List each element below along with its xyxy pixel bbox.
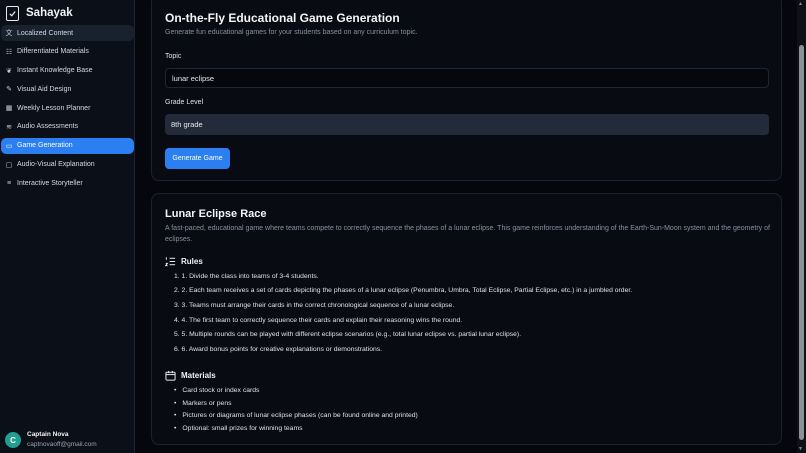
calendar-icon: ▦	[5, 105, 13, 113]
sidebar-item-label: Audio Assessments	[17, 123, 79, 131]
book-icon: ≡	[6, 179, 12, 187]
sidebar-item-audio-visual[interactable]: ▢ Audio-Visual Explanation	[1, 157, 134, 173]
list-item: Pictures or diagrams of lunar eclipse ph…	[174, 411, 417, 424]
list-item: 3. 3. Teams must arrange their cards in …	[174, 301, 455, 309]
sidebar-item-game-generation[interactable]: ▭ Game Generation	[1, 137, 134, 154]
list-item: Card stock or index cards	[174, 386, 418, 399]
topic-label: Topic	[165, 53, 182, 60]
scrollbar[interactable]: ▲ ▼	[797, 0, 806, 453]
user-email: captnovaoff@gmail.com	[27, 441, 97, 448]
topic-input[interactable]	[165, 68, 769, 88]
scroll-thumb[interactable]	[799, 45, 804, 440]
brain-icon: ❦	[6, 67, 12, 75]
palette-icon: ✎	[6, 86, 12, 94]
package-icon	[165, 370, 176, 381]
sidebar-item-label: Audio-Visual Explanation	[17, 161, 95, 169]
sidebar-item-audio-assessments[interactable]: ≋ Audio Assessments	[1, 119, 134, 135]
rules-list: 1. 1. Divide the class into teams of 3-4…	[174, 272, 632, 360]
sidebar-item-label: Weekly Lesson Planner	[17, 104, 91, 112]
sidebar-item-visual-aid[interactable]: ✎ Visual Aid Design	[1, 81, 134, 97]
page-title: On-the-Fly Educational Game Generation	[165, 11, 400, 25]
sidebar-item-differentiated-materials[interactable]: ☷ Differentiated Materials	[1, 44, 134, 60]
page-subtitle: Generate fun educational games for your …	[165, 29, 418, 36]
audio-wave-icon: ≋	[6, 123, 12, 131]
grade-label: Grade Level	[165, 99, 204, 106]
scroll-down-icon[interactable]: ▼	[798, 446, 803, 452]
main-content: On-the-Fly Educational Game Generation G…	[136, 0, 796, 453]
user-name: Captain Nova	[27, 431, 69, 438]
sidebar-item-storyteller[interactable]: ≡ Interactive Storyteller	[1, 175, 134, 191]
game-title: Lunar Eclipse Race	[165, 208, 267, 220]
list-item: 5. 5. Multiple rounds can be played with…	[174, 331, 522, 339]
sidebar-item-label: Game Generation	[17, 142, 73, 150]
app-name: Sahayak	[26, 7, 73, 19]
gamepad-icon: ▭	[5, 142, 13, 150]
list-item: 4. 4. The first team to correctly sequen…	[174, 316, 463, 324]
clipboard-check-icon	[6, 5, 19, 21]
sidebar-item-label: Instant Knowledge Base	[17, 67, 93, 75]
game-result-card: Lunar Eclipse Race A fast-paced, educati…	[151, 193, 782, 445]
materials-list: Card stock or index cards Markers or pen…	[174, 386, 418, 437]
user-info: Captain Nova captnovaoff@gmail.com	[27, 430, 97, 450]
list-item: Markers or pens	[174, 399, 418, 412]
avatar: C	[5, 432, 21, 448]
generate-game-button[interactable]: Generate Game	[165, 148, 230, 169]
list-item: 2. 2. Each team receives a set of cards …	[174, 287, 633, 295]
sidebar-item-lesson-planner[interactable]: ▦ Weekly Lesson Planner	[1, 100, 134, 116]
rules-heading: Rules	[165, 256, 203, 267]
materials-heading-label: Materials	[181, 371, 216, 380]
list-item: Optional: small prizes for winning teams	[174, 424, 418, 437]
list-item: 6. 6. Award bonus points for creative ex…	[174, 345, 383, 353]
brand[interactable]: Sahayak	[6, 4, 73, 22]
users-icon: ☷	[5, 48, 13, 56]
materials-heading: Materials	[165, 370, 216, 381]
translate-icon: 文	[5, 30, 13, 37]
list-item: 1. 1. Divide the class into teams of 3-4…	[174, 272, 319, 280]
monitor-icon: ▢	[5, 161, 13, 169]
game-description: A fast-paced, educational game where tea…	[165, 225, 770, 243]
sidebar-nav: 文 Localized Content ☷ Differentiated Mat…	[0, 25, 135, 194]
grade-level-value: 8th grade	[171, 120, 203, 129]
rules-heading-label: Rules	[181, 257, 203, 266]
sidebar: Sahayak 文 Localized Content ☷ Differenti…	[0, 0, 135, 453]
sidebar-item-label: Interactive Storyteller	[17, 179, 83, 187]
sidebar-item-label: Differentiated Materials	[17, 48, 89, 56]
game-form-card: On-the-Fly Educational Game Generation G…	[151, 0, 782, 181]
sidebar-item-label: Localized Content	[17, 29, 74, 37]
grade-level-select[interactable]: 8th grade	[165, 114, 769, 135]
scroll-up-icon[interactable]: ▲	[798, 1, 803, 7]
sidebar-item-label: Visual Aid Design	[17, 85, 72, 93]
list-ordered-icon	[165, 256, 176, 267]
user-profile[interactable]: C Captain Nova captnovaoff@gmail.com	[5, 430, 97, 450]
sidebar-item-knowledge-base[interactable]: ❦ Instant Knowledge Base	[1, 63, 134, 79]
sidebar-item-localized-content[interactable]: 文 Localized Content	[1, 25, 134, 41]
